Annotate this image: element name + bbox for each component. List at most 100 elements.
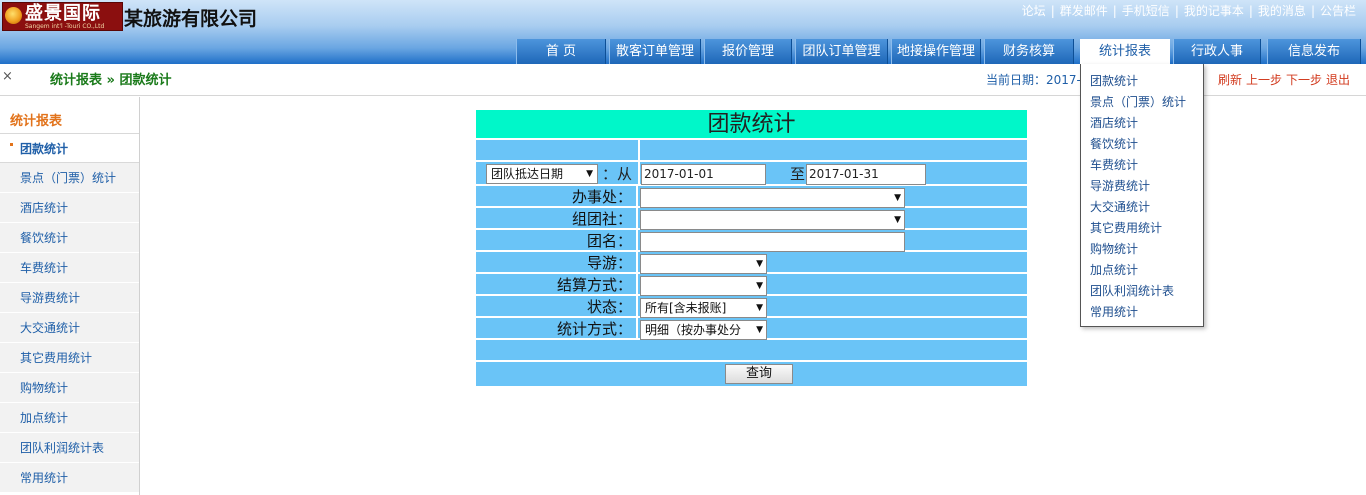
menu-item-group-profit[interactable]: 团队利润统计表 — [1090, 282, 1174, 299]
query-button[interactable]: 查询 — [725, 364, 793, 384]
nav-home[interactable]: 首 页 — [516, 39, 606, 64]
settle-label: 结算方式： — [476, 274, 638, 296]
office-select[interactable]: ▼ — [640, 188, 905, 208]
sidebar-item-guide-fee[interactable]: 导游费统计 — [0, 283, 139, 313]
sidebar-item-dining[interactable]: 餐饮统计 — [0, 223, 139, 253]
sidebar-item-shopping[interactable]: 购物统计 — [0, 373, 139, 403]
office-label: 办事处： — [476, 186, 638, 208]
sidebar-item-label: 导游费统计 — [20, 291, 81, 305]
top-links: 论坛 | 群发邮件 | 手机短信 | 我的记事本 | 我的消息 | 公告栏 — [1022, 2, 1356, 19]
status-select[interactable]: 所有[含未报账] ▼ — [640, 298, 767, 318]
sidebar-item-label: 常用统计 — [20, 471, 69, 485]
date-value: 2017- — [1046, 73, 1081, 87]
settle-select[interactable]: ▼ — [640, 276, 767, 296]
triangle-down-icon: ▼ — [756, 259, 763, 269]
menu-item-common[interactable]: 常用统计 — [1090, 303, 1138, 320]
logo-text-en: Sangem int'l -Touri CO.,Ltd — [25, 23, 105, 30]
menu-item-guide-fee[interactable]: 导游费统计 — [1090, 177, 1150, 194]
sidebar-item-label: 餐饮统计 — [20, 231, 69, 245]
agency-select[interactable]: ▼ — [640, 210, 905, 230]
menu-item-shopping[interactable]: 购物统计 — [1090, 240, 1138, 257]
sidebar-list: 团款统计 景点（门票）统计 酒店统计 餐饮统计 车费统计 导游费统计 大交通统计… — [0, 133, 139, 493]
menu-item-extras[interactable]: 加点统计 — [1090, 261, 1138, 278]
menu-item-hotel[interactable]: 酒店统计 — [1090, 114, 1138, 131]
nav-fit-orders[interactable]: 散客订单管理 — [609, 39, 701, 64]
date-type-select[interactable]: 团队抵达日期 ▼ — [486, 164, 598, 184]
menu-item-vehicle[interactable]: 车费统计 — [1090, 156, 1138, 173]
stat-method-select[interactable]: 明细（按办事处分 ▼ — [640, 320, 767, 340]
date-range-row: 团队抵达日期 ▼ ：从 2017-01-01 至 2017-01-31 — [476, 162, 1027, 186]
triangle-down-icon: ▼ — [894, 215, 901, 225]
menu-item-attraction[interactable]: 景点（门票）统计 — [1090, 93, 1186, 110]
menu-item-other-fees[interactable]: 其它费用统计 — [1090, 219, 1162, 236]
sidebar-item-other-fees[interactable]: 其它费用统计 — [0, 343, 139, 373]
company-logo[interactable]: 盛景国际 Sangem int'l -Touri CO.,Ltd — [2, 2, 123, 31]
back-link[interactable]: 上一步 — [1246, 73, 1282, 87]
page-actions: 刷新 上一步 下一步 退出 — [1218, 71, 1354, 88]
divider — [638, 140, 640, 162]
refresh-link[interactable]: 刷新 — [1218, 73, 1242, 87]
form-spacer-row — [476, 140, 1027, 162]
sidebar-item-label: 酒店统计 — [20, 201, 69, 215]
sidebar-item-label: 大交通统计 — [20, 321, 81, 335]
triangle-down-icon: ▼ — [756, 325, 763, 335]
link-forum[interactable]: 论坛 — [1022, 4, 1046, 18]
sidebar-item-extras[interactable]: 加点统计 — [0, 403, 139, 433]
sidebar-item-hotel[interactable]: 酒店统计 — [0, 193, 139, 223]
nav-finance[interactable]: 财务核算 — [984, 39, 1074, 64]
divider — [638, 162, 640, 186]
forward-link[interactable]: 下一步 — [1286, 73, 1322, 87]
link-bulletin[interactable]: 公告栏 — [1320, 4, 1356, 18]
triangle-down-icon: ▼ — [586, 169, 593, 179]
stat-method-row: 统计方式： 明细（按办事处分 ▼ — [476, 318, 1027, 340]
nav-ground-ops[interactable]: 地接操作管理 — [891, 39, 981, 64]
link-messages[interactable]: 我的消息 — [1258, 4, 1306, 18]
date-from-input[interactable]: 2017-01-01 — [641, 164, 766, 185]
divider: | — [1050, 4, 1055, 18]
nav-reports[interactable]: 统计报表 — [1080, 39, 1170, 64]
current-date: 当前日期：2017- — [986, 71, 1081, 88]
date-to-label: 至 — [790, 165, 806, 183]
bullet-icon — [10, 143, 13, 146]
settle-row: 结算方式： ▼ — [476, 274, 1027, 296]
globe-emblem-icon — [5, 7, 22, 24]
sidebar-item-label: 团款统计 — [20, 142, 69, 156]
date-to-input[interactable]: 2017-01-31 — [806, 164, 926, 185]
office-row: 办事处： ▼ — [476, 186, 1027, 208]
sidebar-item-vehicle[interactable]: 车费统计 — [0, 253, 139, 283]
sidebar-item-common[interactable]: 常用统计 — [0, 463, 139, 493]
exit-link[interactable]: 退出 — [1326, 73, 1350, 87]
nav-group-orders[interactable]: 团队订单管理 — [795, 39, 888, 64]
form-title: 团款统计 — [476, 110, 1027, 140]
nav-hr[interactable]: 行政人事 — [1173, 39, 1261, 64]
agency-label: 组团社： — [476, 208, 638, 230]
app-header: 盛景国际 Sangem int'l -Touri CO.,Ltd 某旅游有限公司… — [0, 0, 1366, 64]
guide-row: 导游： ▼ — [476, 252, 1027, 274]
group-name-row: 团名： — [476, 230, 1027, 252]
group-name-input[interactable] — [640, 232, 905, 252]
sidebar-item-label: 购物统计 — [20, 381, 69, 395]
sidebar-item-label: 团队利润统计表 — [20, 441, 105, 455]
close-icon[interactable]: × — [2, 69, 13, 84]
breadcrumb: 统计报表 » 团款统计 — [50, 73, 172, 88]
menu-item-major-transport[interactable]: 大交通统计 — [1090, 198, 1150, 215]
date-type-value: 团队抵达日期 — [491, 167, 564, 181]
link-sms[interactable]: 手机短信 — [1122, 4, 1170, 18]
nav-news[interactable]: 信息发布 — [1267, 39, 1361, 64]
divider: | — [1112, 4, 1117, 18]
reports-dropdown-menu: 团款统计 景点（门票）统计 酒店统计 餐饮统计 车费统计 导游费统计 大交通统计… — [1080, 64, 1204, 327]
guide-select[interactable]: ▼ — [640, 254, 767, 274]
menu-item-group-payment[interactable]: 团款统计 — [1090, 72, 1138, 89]
sidebar-item-group-payment[interactable]: 团款统计 — [0, 133, 139, 163]
link-notepad[interactable]: 我的记事本 — [1184, 4, 1244, 18]
menu-item-dining[interactable]: 餐饮统计 — [1090, 135, 1138, 152]
logo-text-cn: 盛景国际 — [25, 3, 101, 24]
status-label: 状态： — [476, 296, 638, 318]
nav-quotes[interactable]: 报价管理 — [704, 39, 792, 64]
divider: | — [1248, 4, 1253, 18]
sidebar: 统计报表 团款统计 景点（门票）统计 酒店统计 餐饮统计 车费统计 导游费统计 … — [0, 97, 140, 495]
link-mass-mail[interactable]: 群发邮件 — [1060, 4, 1108, 18]
sidebar-item-major-transport[interactable]: 大交通统计 — [0, 313, 139, 343]
sidebar-item-group-profit[interactable]: 团队利润统计表 — [0, 433, 139, 463]
sidebar-item-attraction[interactable]: 景点（门票）统计 — [0, 163, 139, 193]
